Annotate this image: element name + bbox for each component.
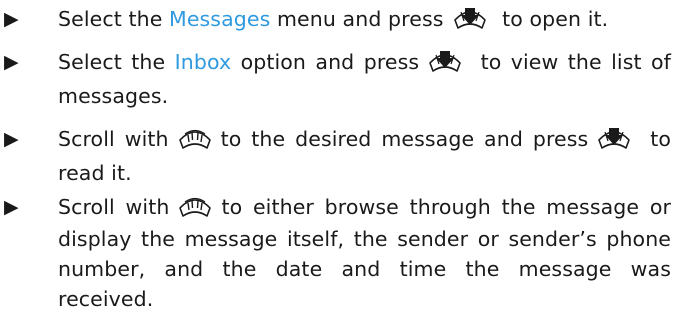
step-text-post: to open it. xyxy=(495,7,609,31)
step-line: number, and the date and time the messag… xyxy=(58,257,671,311)
step-text: Select the Messages menu and press to op… xyxy=(58,2,671,36)
step-text-mid: to the desired message and press xyxy=(220,127,589,151)
step-line: messages. xyxy=(58,84,169,108)
select-key-icon xyxy=(452,3,488,31)
step-text-pre: Select the xyxy=(58,7,170,31)
step-text-mid: menu and press xyxy=(270,7,444,31)
step-text: Select the Inbox option and press to vie… xyxy=(58,45,671,113)
inbox-option-link[interactable]: Inbox xyxy=(175,50,232,74)
messages-menu-link[interactable]: Messages xyxy=(169,7,270,31)
step-text: Scroll with to either browse through the … xyxy=(58,190,671,314)
step-line: Scroll with to the desired message and pr… xyxy=(58,122,671,156)
select-key-icon xyxy=(427,46,463,74)
step-line: Scroll with to either browse through the … xyxy=(58,190,671,224)
scroll-key-icon xyxy=(177,123,213,151)
step-text-pre: Scroll with xyxy=(58,195,170,219)
bullet-arrow-icon: ▶ xyxy=(4,51,19,73)
bullet-arrow-icon: ▶ xyxy=(4,196,19,218)
step-text-post: to either browse through the message or xyxy=(221,195,672,219)
step-line: Select the Inbox option and press to vie… xyxy=(58,45,671,79)
step-text-mid: option and press xyxy=(231,50,420,74)
step-line: display the message itself, the sender o… xyxy=(58,227,671,251)
bullet-arrow-icon: ▶ xyxy=(4,8,19,30)
step-text-post: to xyxy=(640,127,671,151)
step-line: read it. xyxy=(58,161,132,185)
bullet-arrow-icon: ▶ xyxy=(4,128,19,150)
step-text-pre: Select the xyxy=(58,50,175,74)
scroll-key-icon xyxy=(177,191,213,219)
step-text: Scroll with to the desired message and pr… xyxy=(58,122,671,190)
step-line: Select the Messages menu and press to op… xyxy=(58,2,671,36)
step-text-pre: Scroll with xyxy=(58,127,169,151)
select-key-icon xyxy=(596,123,632,151)
step-text-post: to view the list of xyxy=(471,50,671,74)
